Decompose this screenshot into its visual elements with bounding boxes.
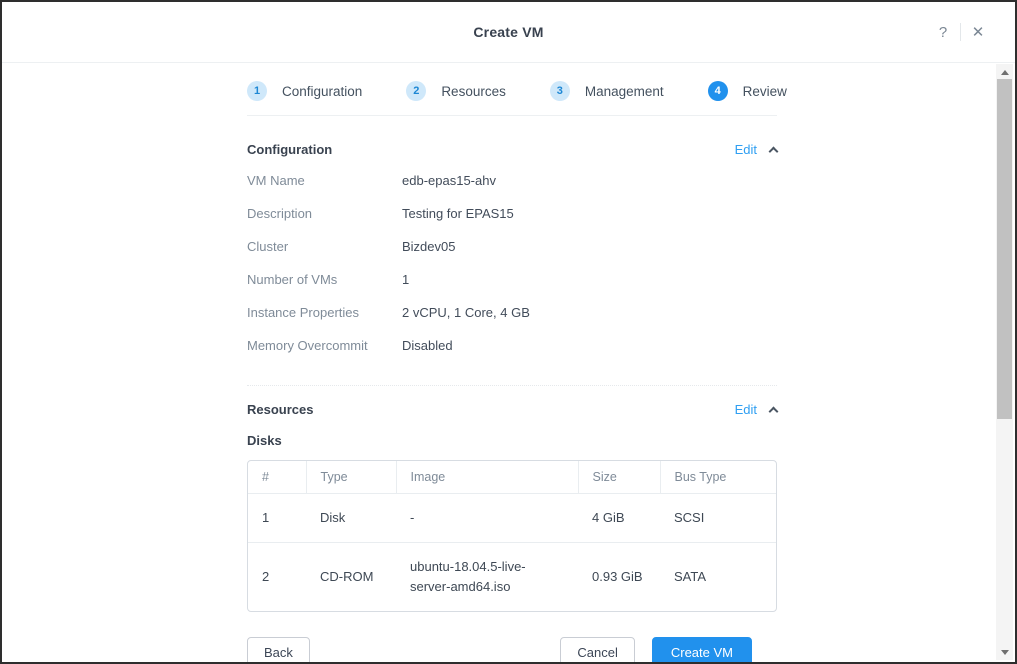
- field-row: Memory OvercommitDisabled: [247, 338, 777, 371]
- configuration-section-header: Configuration Edit: [247, 142, 777, 157]
- scroll-up-arrow-icon[interactable]: [996, 64, 1013, 80]
- dialog-title: Create VM: [473, 24, 543, 40]
- column-header: Image: [396, 461, 578, 494]
- resources-section-header: Resources Edit: [247, 402, 777, 417]
- disks-subtitle: Disks: [247, 433, 777, 448]
- field-label: VM Name: [247, 173, 402, 188]
- step-label: Management: [585, 84, 664, 99]
- field-value: 1: [402, 272, 409, 287]
- step-review[interactable]: 4 Review: [708, 81, 787, 101]
- header-icons: ? ✕: [926, 2, 995, 62]
- stepper-divider: [247, 115, 777, 116]
- dialog-body: 1 Configuration 2 Resources 3 Management 4 Revi…: [2, 64, 996, 662]
- table-cell: 2: [248, 543, 306, 612]
- table-cell: -: [396, 494, 578, 543]
- table-cell: CD-ROM: [306, 543, 396, 612]
- step-number-badge: 3: [550, 81, 570, 101]
- field-label: Memory Overcommit: [247, 338, 402, 353]
- field-label: Cluster: [247, 239, 402, 254]
- configuration-edit-link[interactable]: Edit: [735, 142, 757, 157]
- configuration-section-title: Configuration: [247, 142, 332, 157]
- field-row: Instance Properties2 vCPU, 1 Core, 4 GB: [247, 305, 777, 338]
- step-number-badge: 2: [406, 81, 426, 101]
- field-row: ClusterBizdev05: [247, 239, 777, 272]
- step-label: Review: [743, 84, 787, 99]
- table-row: 1Disk-4 GiBSCSI: [248, 494, 776, 543]
- close-icon[interactable]: ✕: [961, 25, 995, 40]
- field-label: Description: [247, 206, 402, 221]
- column-header: #: [248, 461, 306, 494]
- step-resources[interactable]: 2 Resources: [406, 81, 506, 101]
- table-cell: 0.93 GiB: [578, 543, 660, 612]
- step-label: Resources: [441, 84, 506, 99]
- field-label: Number of VMs: [247, 272, 402, 287]
- field-label: Instance Properties: [247, 305, 402, 320]
- field-value: Testing for EPAS15: [402, 206, 514, 221]
- step-number-badge: 1: [247, 81, 267, 101]
- field-row: Number of VMs1: [247, 272, 777, 305]
- help-icon[interactable]: ?: [926, 25, 960, 40]
- create-vm-button[interactable]: Create VM: [652, 637, 752, 662]
- step-number-badge: 4: [708, 81, 728, 101]
- create-vm-dialog: Create VM ? ✕ 1Configuration2Resources3M…: [0, 0, 1017, 664]
- field-value: Bizdev05: [402, 239, 455, 254]
- resources-collapse-chevron-up-icon[interactable]: [769, 406, 779, 416]
- scrollbar-thumb[interactable]: [997, 79, 1012, 419]
- resources-section-title: Resources: [247, 402, 313, 417]
- cancel-button[interactable]: Cancel: [560, 637, 634, 662]
- resources-edit-link[interactable]: Edit: [735, 402, 757, 417]
- table-cell: ubuntu-18.04.5-live-server-amd64.iso: [396, 543, 578, 612]
- column-header: Size: [578, 461, 660, 494]
- field-row: VM Nameedb-epas15-ahv: [247, 173, 777, 206]
- configuration-collapse-chevron-up-icon[interactable]: [769, 146, 779, 156]
- table-cell: 1: [248, 494, 306, 543]
- table-row: 2CD-ROMubuntu-18.04.5-live-server-amd64.…: [248, 543, 776, 612]
- field-value: Disabled: [402, 338, 453, 353]
- vertical-scrollbar[interactable]: [996, 64, 1013, 660]
- table-cell: 4 GiB: [578, 494, 660, 543]
- field-value: edb-epas15-ahv: [402, 173, 496, 188]
- configuration-fields: VM Nameedb-epas15-ahvDescriptionTesting …: [247, 173, 777, 371]
- dialog-header: Create VM ? ✕: [2, 2, 1015, 63]
- dialog-footer: Back Cancel Create VM: [247, 637, 752, 662]
- wizard-stepper: 1Configuration2Resources3Management4Revi…: [247, 81, 777, 101]
- column-header: Type: [306, 461, 396, 494]
- field-value: 2 vCPU, 1 Core, 4 GB: [402, 305, 530, 320]
- disks-table: #TypeImageSizeBus Type 1Disk-4 GiBSCSI2C…: [247, 460, 777, 612]
- scroll-down-arrow-icon[interactable]: [996, 644, 1013, 660]
- section-divider: [247, 385, 777, 386]
- disks-table-header-row: #TypeImageSizeBus Type: [248, 461, 776, 494]
- back-button[interactable]: Back: [247, 637, 310, 662]
- table-cell: SCSI: [660, 494, 776, 543]
- step-management[interactable]: 3 Management: [550, 81, 664, 101]
- column-header: Bus Type: [660, 461, 776, 494]
- field-row: DescriptionTesting for EPAS15: [247, 206, 777, 239]
- table-cell: SATA: [660, 543, 776, 612]
- step-configuration[interactable]: 1 Configuration: [247, 81, 362, 101]
- table-cell: Disk: [306, 494, 396, 543]
- step-label: Configuration: [282, 84, 362, 99]
